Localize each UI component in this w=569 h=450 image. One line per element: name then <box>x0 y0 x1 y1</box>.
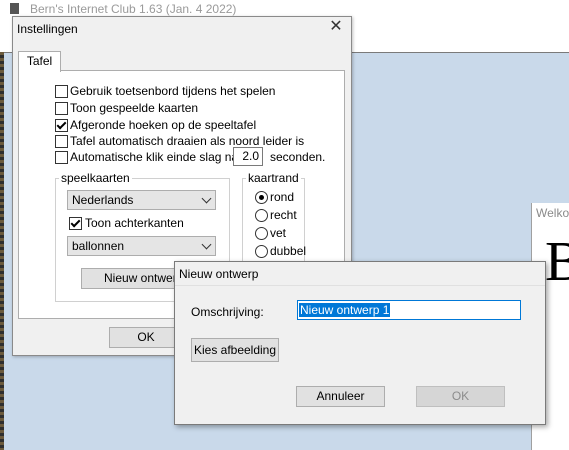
welcome-heading-glyph: B <box>545 231 569 293</box>
close-icon[interactable]: ✕ <box>329 19 343 35</box>
new-design-dialog: Nieuw ontwerp Omschrijving: Nieuw ontwer… <box>174 261 546 425</box>
checkbox-auto-rotate[interactable] <box>55 135 68 148</box>
seconds-input[interactable]: 2.0 <box>233 147 263 166</box>
welcome-panel-title: Welko <box>536 206 569 220</box>
radio-rond[interactable] <box>255 191 268 204</box>
chevron-down-icon <box>201 239 212 250</box>
new-design-ok-button[interactable]: OK <box>416 386 505 407</box>
option-label-show-played: Toon gespeelde kaarten <box>70 101 199 115</box>
settings-dialog-title: Instellingen <box>17 22 78 36</box>
background-image-strip <box>0 52 4 450</box>
seconds-unit-label: seconden. <box>270 150 326 164</box>
settings-ok-button[interactable]: OK <box>109 327 183 348</box>
radio-label-rond: rond <box>270 190 295 204</box>
chevron-down-icon <box>201 193 212 204</box>
description-input-value: Nieuw ontwerp 1 <box>299 303 391 317</box>
back-design-select-value: ballonnen <box>72 239 125 253</box>
radio-recht[interactable] <box>255 209 268 222</box>
description-input[interactable]: Nieuw ontwerp 1 <box>297 300 521 320</box>
back-design-select[interactable]: ballonnen <box>67 236 216 256</box>
language-select-value: Nederlands <box>72 193 134 207</box>
checkbox-keyboard[interactable] <box>55 85 68 98</box>
radio-vet[interactable] <box>255 227 268 240</box>
app-icon <box>10 3 19 14</box>
option-label-rounded-corners: Afgeronde hoeken op de speeltafel <box>70 118 257 132</box>
checkbox-rounded-corners[interactable] <box>55 119 68 132</box>
radio-label-recht: recht <box>270 208 297 222</box>
radio-label-dubbel: dubbel <box>270 244 307 258</box>
group-speelkaarten-title: speelkaarten <box>59 171 132 185</box>
checkbox-show-backs[interactable] <box>69 217 82 230</box>
option-label-keyboard: Gebruik toetsenbord tijdens het spelen <box>70 84 276 98</box>
description-label: Omschrijving: <box>191 305 264 319</box>
show-backs-label: Toon achterkanten <box>85 216 184 230</box>
cancel-button[interactable]: Annuleer <box>296 386 385 407</box>
group-kaartrand-title: kaartrand <box>246 171 301 185</box>
option-label-auto-click: Automatische klik einde slag na <box>70 150 239 164</box>
checkbox-show-played[interactable] <box>55 102 68 115</box>
choose-image-button[interactable]: Kies afbeelding <box>191 338 279 362</box>
option-label-auto-rotate: Tafel automatisch draaien als noord leid… <box>70 134 305 148</box>
checkbox-auto-click[interactable] <box>55 151 68 164</box>
main-window-title: Bern's Internet Club 1.63 (Jan. 4 2022) <box>30 2 237 16</box>
tab-tafel[interactable]: Tafel <box>18 51 61 72</box>
radio-label-vet: vet <box>270 226 287 240</box>
language-select[interactable]: Nederlands <box>67 190 216 210</box>
radio-dubbel[interactable] <box>255 245 268 258</box>
new-design-dialog-title: Nieuw ontwerp <box>179 267 259 281</box>
